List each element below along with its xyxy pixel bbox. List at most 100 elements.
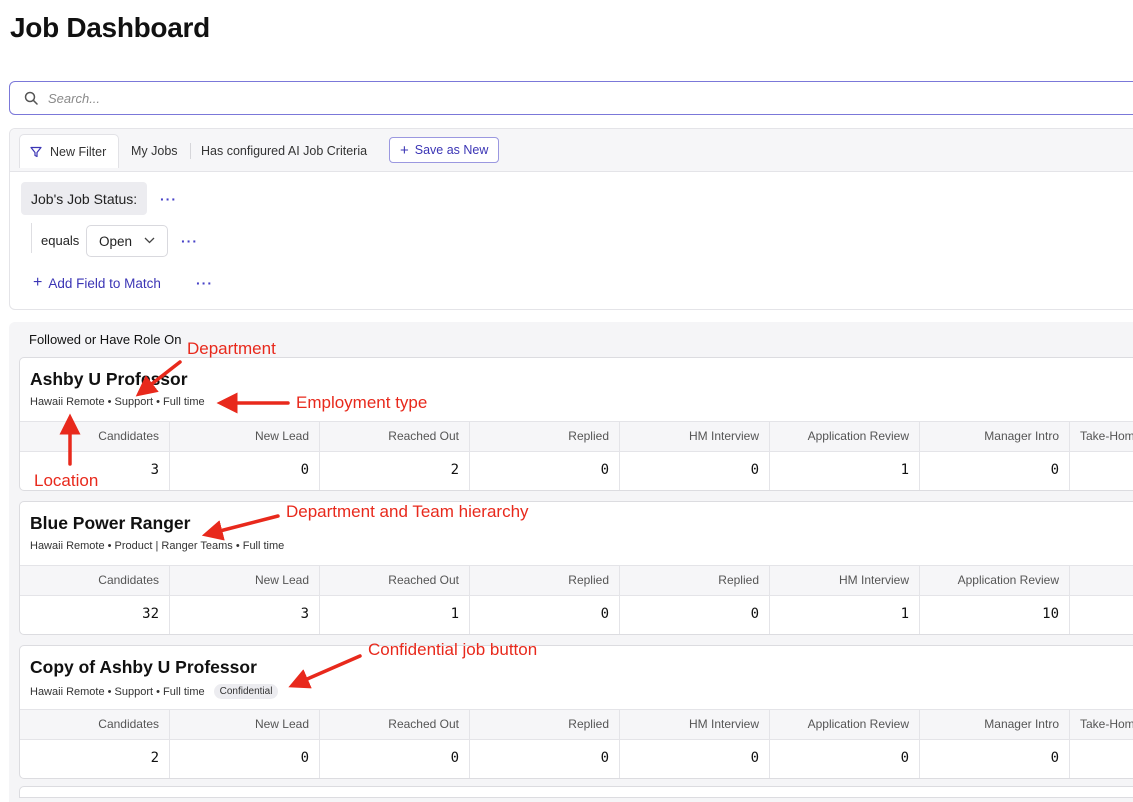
annotation-location: Location bbox=[34, 471, 99, 490]
stats-header-row: Candidates New Lead Reached Out Replied … bbox=[20, 565, 1133, 596]
add-field-more-icon[interactable]: ··· bbox=[196, 275, 213, 291]
annotation-department: Department bbox=[187, 339, 276, 358]
stat-value[interactable]: 1 bbox=[320, 594, 470, 634]
tab-label: My Jobs bbox=[131, 144, 178, 158]
stat-value[interactable]: 3 bbox=[170, 594, 320, 634]
stat-header: New Lead bbox=[170, 710, 320, 739]
annotation-employment-type: Employment type bbox=[296, 393, 428, 412]
operator-label: equals bbox=[41, 233, 80, 248]
pipeline-stats: Candidates New Lead Reached Out Replied … bbox=[20, 709, 1133, 778]
job-meta-text: Hawaii Remote • Support • Full time bbox=[30, 685, 205, 698]
condition-indent-line bbox=[31, 223, 32, 253]
stat-header: HM Interview bbox=[770, 566, 920, 595]
stat-header: Candidates bbox=[20, 710, 170, 739]
stat-header: Replied bbox=[470, 566, 620, 595]
job-card[interactable]: Ashby U Professor Hawaii Remote • Suppor… bbox=[19, 357, 1133, 491]
stat-value[interactable]: 10 bbox=[920, 594, 1070, 634]
pipeline-stats: Candidates New Lead Reached Out Replied … bbox=[20, 421, 1133, 490]
stat-header: Application Review bbox=[770, 710, 920, 739]
field-more-icon[interactable]: ··· bbox=[160, 191, 177, 207]
chevron-down-icon bbox=[144, 237, 155, 244]
job-status-field[interactable]: Job's Job Status: bbox=[21, 182, 148, 215]
search-input[interactable] bbox=[46, 89, 650, 107]
select-value: Open bbox=[99, 233, 133, 249]
status-value-select[interactable]: Open bbox=[86, 225, 168, 257]
stat-header: Application Review bbox=[920, 566, 1070, 595]
stat-header: Manager Intro bbox=[920, 710, 1070, 739]
job-meta-text: Hawaii Remote • Product | Ranger Teams •… bbox=[30, 540, 285, 552]
add-field-button[interactable]: + Add Field to Match bbox=[33, 275, 161, 291]
stat-value[interactable]: 0 bbox=[920, 450, 1070, 490]
stat-header: Replied bbox=[470, 710, 620, 739]
job-meta: Hawaii Remote • Product | Ranger Teams •… bbox=[30, 540, 284, 552]
stat-header: Candidates bbox=[20, 422, 170, 451]
tab-new-filter[interactable]: New Filter bbox=[19, 134, 120, 168]
annotation-confidential: Confidential job button bbox=[368, 640, 538, 659]
job-meta: Hawaii Remote • Support • Full time Conf… bbox=[30, 684, 279, 699]
stat-header: M bbox=[1070, 566, 1133, 595]
stat-header: HM Interview bbox=[620, 422, 770, 451]
stat-value[interactable]: 0 bbox=[620, 450, 770, 490]
stat-value[interactable]: 0 bbox=[620, 594, 770, 634]
tab-ai-job-criteria[interactable]: Has configured AI Job Criteria bbox=[201, 136, 367, 166]
condition-more-icon[interactable]: ··· bbox=[181, 233, 198, 249]
stat-value[interactable]: 2 bbox=[20, 738, 170, 778]
stats-header-row: Candidates New Lead Reached Out Replied … bbox=[20, 421, 1133, 452]
jobs-section: Followed or Have Role On Ashby U Profess… bbox=[9, 322, 1133, 802]
stats-header-row: Candidates New Lead Reached Out Replied … bbox=[20, 709, 1133, 740]
stat-header: Take-Hom bbox=[1070, 710, 1133, 739]
stat-header: Manager Intro bbox=[920, 422, 1070, 451]
add-field-label: Add Field to Match bbox=[48, 275, 161, 291]
stat-value[interactable]: 0 bbox=[470, 594, 620, 634]
next-job-card-edge bbox=[19, 786, 1133, 798]
stat-header: Reached Out bbox=[320, 566, 470, 595]
confidential-badge[interactable]: Confidential bbox=[213, 684, 279, 699]
search-bar[interactable] bbox=[9, 81, 1133, 115]
job-card[interactable]: Copy of Ashby U Professor Hawaii Remote … bbox=[19, 645, 1133, 779]
job-meta-text: Hawaii Remote • Support • Full time bbox=[30, 396, 205, 408]
job-meta: Hawaii Remote • Support • Full time bbox=[30, 396, 205, 408]
tab-divider bbox=[190, 143, 191, 159]
filter-icon bbox=[30, 146, 42, 157]
filter-tabs: New Filter My Jobs Has configured AI Job… bbox=[10, 129, 1133, 172]
stat-header: Candidates bbox=[20, 566, 170, 595]
section-label: Followed or Have Role On bbox=[29, 332, 182, 347]
stat-header: Reached Out bbox=[320, 422, 470, 451]
job-card[interactable]: Blue Power Ranger Hawaii Remote • Produc… bbox=[19, 501, 1133, 635]
filter-panel: New Filter My Jobs Has configured AI Job… bbox=[9, 128, 1133, 310]
stat-value[interactable] bbox=[1070, 738, 1133, 778]
search-icon bbox=[24, 91, 38, 105]
stat-value[interactable]: 0 bbox=[770, 738, 920, 778]
page-title: Job Dashboard bbox=[10, 12, 210, 43]
annotation-dept-team: Department and Team hierarchy bbox=[286, 502, 529, 521]
stat-value[interactable]: 0 bbox=[320, 738, 470, 778]
stat-value[interactable]: 1 bbox=[770, 594, 920, 634]
stat-value[interactable]: 0 bbox=[470, 738, 620, 778]
stat-header: Replied bbox=[470, 422, 620, 451]
job-title[interactable]: Blue Power Ranger bbox=[30, 513, 190, 534]
stat-value[interactable]: 2 bbox=[320, 450, 470, 490]
stat-header: Application Review bbox=[770, 422, 920, 451]
save-as-new-button[interactable]: + Save as New bbox=[389, 137, 500, 163]
tab-label: New Filter bbox=[50, 144, 107, 159]
stat-header: Reached Out bbox=[320, 710, 470, 739]
plus-icon: + bbox=[400, 141, 409, 159]
stat-header: New Lead bbox=[170, 422, 320, 451]
stat-value[interactable]: 0 bbox=[470, 450, 620, 490]
plus-icon: + bbox=[33, 274, 43, 291]
stat-value[interactable]: 1 bbox=[770, 450, 920, 490]
stat-value[interactable]: 0 bbox=[170, 738, 320, 778]
stat-value[interactable]: 0 bbox=[170, 450, 320, 490]
stat-header: Replied bbox=[620, 566, 770, 595]
stat-value[interactable]: 0 bbox=[920, 738, 1070, 778]
stat-value[interactable] bbox=[1070, 594, 1133, 634]
tab-my-jobs[interactable]: My Jobs bbox=[131, 136, 178, 166]
stat-header: HM Interview bbox=[620, 710, 770, 739]
stat-value[interactable]: 32 bbox=[20, 594, 170, 634]
stat-header: New Lead bbox=[170, 566, 320, 595]
stat-value[interactable]: 0 bbox=[620, 738, 770, 778]
save-as-new-label: Save as New bbox=[414, 143, 489, 157]
job-title[interactable]: Ashby U Professor bbox=[30, 369, 188, 390]
job-title[interactable]: Copy of Ashby U Professor bbox=[30, 657, 257, 678]
stat-value[interactable] bbox=[1070, 450, 1133, 490]
